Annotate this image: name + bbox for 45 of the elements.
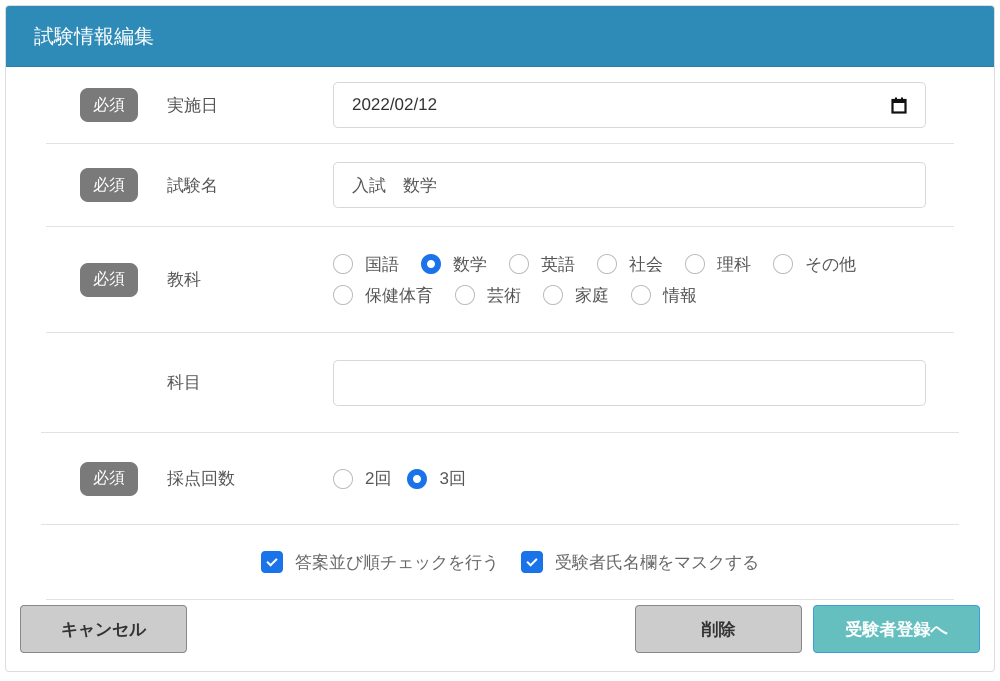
date-value: 2022/02/12 <box>352 95 438 115</box>
required-badge: 必須 <box>80 262 138 296</box>
radio-label: 家庭 <box>575 284 609 306</box>
date-field[interactable]: 2022/02/12 <box>333 82 926 128</box>
radio-button[interactable] <box>333 285 353 305</box>
dialog-title: 試験情報編集 <box>34 24 154 50</box>
radio-button[interactable] <box>407 468 428 488</box>
radio-button[interactable] <box>543 285 563 305</box>
action-button[interactable]: キャンセル <box>20 605 187 653</box>
radio-button[interactable] <box>333 468 353 488</box>
radio-button[interactable] <box>597 254 617 274</box>
radio-label: 芸術 <box>487 284 521 306</box>
radio-label: その他 <box>805 254 856 276</box>
text-field[interactable]: 入試 数学 <box>333 162 926 208</box>
checkbox[interactable] <box>261 551 283 573</box>
radio-label: 2回 <box>365 468 392 490</box>
radio-button[interactable] <box>333 254 353 274</box>
radio-button[interactable] <box>421 254 441 274</box>
radio-button[interactable] <box>773 254 793 274</box>
radio-label: 英語 <box>541 254 575 276</box>
required-badge: 必須 <box>80 462 138 496</box>
radio-label: 情報 <box>663 284 697 306</box>
radio-label: 数学 <box>453 254 487 276</box>
field-label: 採点回数 <box>167 468 236 490</box>
radio-button[interactable] <box>631 285 651 305</box>
radio-label: 3回 <box>439 468 466 490</box>
checkbox-label: 受験者氏名欄をマスクする <box>555 552 759 574</box>
checkbox[interactable] <box>521 551 543 573</box>
field-label: 教科 <box>167 269 202 291</box>
field-label: 試験名 <box>167 174 219 196</box>
text-field[interactable] <box>333 360 926 406</box>
radio-label: 社会 <box>629 254 663 276</box>
required-badge: 必須 <box>80 88 138 122</box>
action-button[interactable]: 削除 <box>635 605 802 653</box>
radio-button[interactable] <box>455 285 475 305</box>
required-badge: 必須 <box>80 168 138 202</box>
radio-button[interactable] <box>509 254 529 274</box>
calendar-icon[interactable] <box>891 96 907 114</box>
radio-label: 理科 <box>717 254 751 276</box>
field-label: 実施日 <box>167 94 219 116</box>
radio-label: 保健体育 <box>365 284 433 306</box>
radio-label: 国語 <box>365 254 399 276</box>
checkbox-label: 答案並び順チェックを行う <box>295 552 499 574</box>
radio-button[interactable] <box>685 254 705 274</box>
field-label: 科目 <box>167 372 202 394</box>
